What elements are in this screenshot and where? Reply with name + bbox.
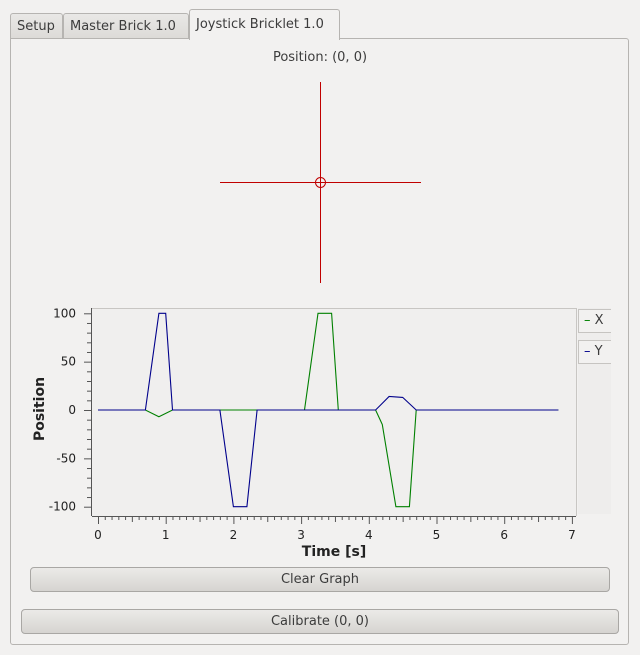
x-axis-ticks: 0 1 2 3 4 5 6 7 — [94, 517, 576, 542]
legend-label-x: X — [594, 313, 604, 328]
position-chart: -100 -50 0 50 100 0 1 2 3 4 5 6 7 Time [s] Position — [32, 306, 577, 560]
y-axis-ticks: -100 -50 0 50 100 — [49, 306, 91, 514]
x-tick-label: 2 — [230, 528, 238, 542]
tab-label: Joystick Bricklet 1.0 — [196, 17, 324, 32]
legend-label-y: Y — [594, 344, 603, 359]
y-tick-label: 50 — [61, 355, 76, 369]
legend — [578, 308, 611, 514]
x-tick-label: 4 — [365, 528, 373, 542]
x-tick-label: 6 — [500, 528, 508, 542]
x-tick-label: 3 — [297, 528, 305, 542]
legend-swatch-x: – — [584, 313, 591, 328]
clear-graph-button[interactable]: Clear Graph — [30, 567, 610, 592]
y-tick-label: 100 — [53, 306, 76, 320]
calibrate-button[interactable]: Calibrate (0, 0) — [21, 609, 619, 634]
x-tick-label: 5 — [433, 528, 441, 542]
y-tick-label: -100 — [49, 500, 76, 514]
tab-joystick-bricklet[interactable]: Joystick Bricklet 1.0 — [189, 9, 340, 40]
plot-area — [92, 308, 576, 516]
x-tick-label: 1 — [162, 528, 170, 542]
y-axis-label: Position — [32, 377, 48, 441]
y-tick-label: 0 — [68, 403, 76, 417]
x-tick-label: 0 — [94, 528, 102, 542]
legend-swatch-y: – — [584, 344, 591, 359]
y-tick-label: -50 — [56, 451, 76, 465]
legend-item-y[interactable]: – Y — [578, 340, 611, 364]
legend-item-x[interactable]: – X — [578, 309, 611, 333]
x-tick-label: 7 — [568, 528, 576, 542]
x-axis-label: Time [s] — [302, 544, 366, 560]
